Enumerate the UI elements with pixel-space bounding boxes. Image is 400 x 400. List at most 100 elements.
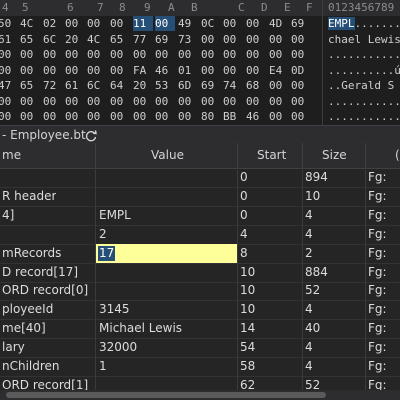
- hex-byte[interactable]: 00: [20, 94, 40, 109]
- hex-row[interactable]: 47 65 72 61 6C 64 20 53 6D 69 74 68 00 00 ..Gerald S: [0, 78, 400, 93]
- scrollbar-thumb[interactable]: [6, 392, 326, 398]
- hex-byte[interactable]: 00: [201, 63, 221, 78]
- ascii-text[interactable]: ..Gerald S: [328, 78, 394, 93]
- hex-byte[interactable]: 00: [133, 47, 153, 62]
- hex-byte[interactable]: 00: [201, 47, 221, 62]
- hex-byte[interactable]: 00: [65, 47, 85, 62]
- hex-byte[interactable]: 61: [0, 32, 18, 47]
- hex-byte[interactable]: 00: [246, 94, 266, 109]
- hex-byte[interactable]: 74: [223, 78, 243, 93]
- hex-byte[interactable]: 00: [291, 109, 311, 124]
- hex-byte[interactable]: 00: [133, 109, 153, 124]
- hex-byte[interactable]: 80: [201, 109, 221, 124]
- hex-byte[interactable]: 01: [178, 63, 198, 78]
- ascii-text[interactable]: ............: [328, 94, 400, 109]
- table-row[interactable]: R header 0 10 Fg:: [0, 187, 400, 207]
- hex-byte[interactable]: 00: [223, 16, 243, 31]
- hex-byte[interactable]: 00: [43, 109, 63, 124]
- table-row[interactable]: lary 32000 54 4 Fg:: [0, 338, 400, 359]
- table-row[interactable]: 0 894 Fg:: [0, 168, 400, 188]
- hex-byte[interactable]: 72: [43, 78, 63, 93]
- hex-byte[interactable]: 46: [246, 109, 266, 124]
- hex-byte[interactable]: BB: [223, 109, 243, 124]
- hex-byte[interactable]: 00: [0, 47, 18, 62]
- hex-byte[interactable]: 53: [155, 78, 175, 93]
- hex-byte[interactable]: 00: [155, 47, 175, 62]
- hex-byte[interactable]: 69: [155, 32, 175, 47]
- hex-byte[interactable]: 00: [0, 109, 18, 124]
- hex-byte[interactable]: 00: [43, 94, 63, 109]
- hex-byte[interactable]: 61: [65, 78, 85, 93]
- table-row[interactable]: mRecords 17 8 2 Fg:: [0, 243, 400, 264]
- hex-byte[interactable]: 00: [20, 47, 40, 62]
- hex-byte[interactable]: 47: [0, 78, 18, 93]
- hex-byte[interactable]: 00: [155, 16, 175, 31]
- hex-byte[interactable]: 00: [269, 78, 289, 93]
- hex-byte[interactable]: 00: [178, 109, 198, 124]
- column-divider[interactable]: [302, 143, 303, 168]
- hex-byte[interactable]: 00: [110, 63, 130, 78]
- hex-byte[interactable]: 20: [133, 78, 153, 93]
- column-header-value[interactable]: Value: [151, 143, 184, 168]
- hex-row[interactable]: 00 00 00 00 00 00 FA 46 01 00 00 00 E4 0D ..........ú: [0, 63, 400, 78]
- table-row[interactable]: 4] EMPL 0 4 Fg:: [0, 206, 400, 226]
- hex-byte[interactable]: 00: [178, 94, 198, 109]
- hex-byte[interactable]: 00: [223, 32, 243, 47]
- hex-byte[interactable]: 00: [201, 94, 221, 109]
- hex-row[interactable]: 00 00 00 00 00 00 00 00 00 00 00 00 00 00............: [0, 94, 400, 109]
- table-row[interactable]: ployeeId 3145 10 4 Fg:: [0, 300, 400, 321]
- hex-byte[interactable]: 00: [110, 94, 130, 109]
- hex-byte[interactable]: 6D: [178, 78, 198, 93]
- hex-byte[interactable]: 00: [178, 47, 198, 62]
- hex-byte[interactable]: 00: [0, 94, 18, 109]
- hex-byte[interactable]: 68: [246, 78, 266, 93]
- hex-byte[interactable]: 00: [246, 63, 266, 78]
- hex-byte[interactable]: 00: [291, 32, 311, 47]
- hex-byte[interactable]: 00: [246, 16, 266, 31]
- hex-byte[interactable]: 73: [178, 32, 198, 47]
- ascii-text[interactable]: EMPL.......: [328, 16, 400, 31]
- hex-byte[interactable]: 4C: [20, 16, 40, 31]
- hex-byte[interactable]: 77: [133, 32, 153, 47]
- column-divider[interactable]: [95, 143, 96, 168]
- ascii-text[interactable]: chael Lewis: [328, 32, 400, 47]
- hex-byte[interactable]: 64: [110, 78, 130, 93]
- hex-byte[interactable]: 00: [155, 94, 175, 109]
- hex-byte[interactable]: 00: [246, 32, 266, 47]
- hex-byte[interactable]: 65: [20, 78, 40, 93]
- hex-byte[interactable]: 50: [0, 16, 18, 31]
- value-edit-field[interactable]: 17: [96, 243, 237, 263]
- hex-byte[interactable]: 00: [223, 94, 243, 109]
- hex-row[interactable]: 00 00 00 00 00 00 00 00 00 80 BB 46 00 00............: [0, 109, 400, 124]
- table-row[interactable]: nChildren 1 58 4 Fg:: [0, 357, 400, 377]
- hex-byte[interactable]: 00: [269, 109, 289, 124]
- hex-byte[interactable]: 00: [87, 109, 107, 124]
- hex-byte[interactable]: 00: [43, 47, 63, 62]
- hex-byte[interactable]: 00: [65, 94, 85, 109]
- hex-byte[interactable]: E4: [269, 63, 289, 78]
- hex-byte[interactable]: 00: [65, 16, 85, 31]
- hex-byte[interactable]: 00: [65, 63, 85, 78]
- horizontal-scrollbar[interactable]: [0, 390, 400, 400]
- column-header-start[interactable]: Start: [257, 143, 286, 168]
- hex-byte[interactable]: 20: [65, 32, 85, 47]
- hex-byte[interactable]: 00: [0, 63, 18, 78]
- hex-byte[interactable]: 00: [87, 47, 107, 62]
- hex-byte[interactable]: 00: [246, 47, 266, 62]
- hex-byte[interactable]: 00: [223, 47, 243, 62]
- hex-byte[interactable]: 02: [43, 16, 63, 31]
- hex-byte[interactable]: 00: [110, 109, 130, 124]
- hex-byte[interactable]: 00: [201, 32, 221, 47]
- hex-byte[interactable]: 65: [20, 32, 40, 47]
- hex-byte[interactable]: 4C: [87, 32, 107, 47]
- hex-byte[interactable]: 4D: [269, 16, 289, 31]
- hex-byte[interactable]: 00: [269, 32, 289, 47]
- column-divider[interactable]: [237, 143, 238, 168]
- column-header-color[interactable]: (: [395, 143, 400, 168]
- table-row[interactable]: D record[17] 10 884 Fg:: [0, 263, 400, 283]
- column-header-size[interactable]: Size: [322, 143, 347, 168]
- hex-editor-view[interactable]: 4 5 6 7 8 9 A B C D E F 0123456789 50 4C 0…: [0, 0, 400, 125]
- hex-byte[interactable]: 00: [87, 94, 107, 109]
- hex-byte[interactable]: FA: [133, 63, 153, 78]
- hex-byte[interactable]: 00: [110, 47, 130, 62]
